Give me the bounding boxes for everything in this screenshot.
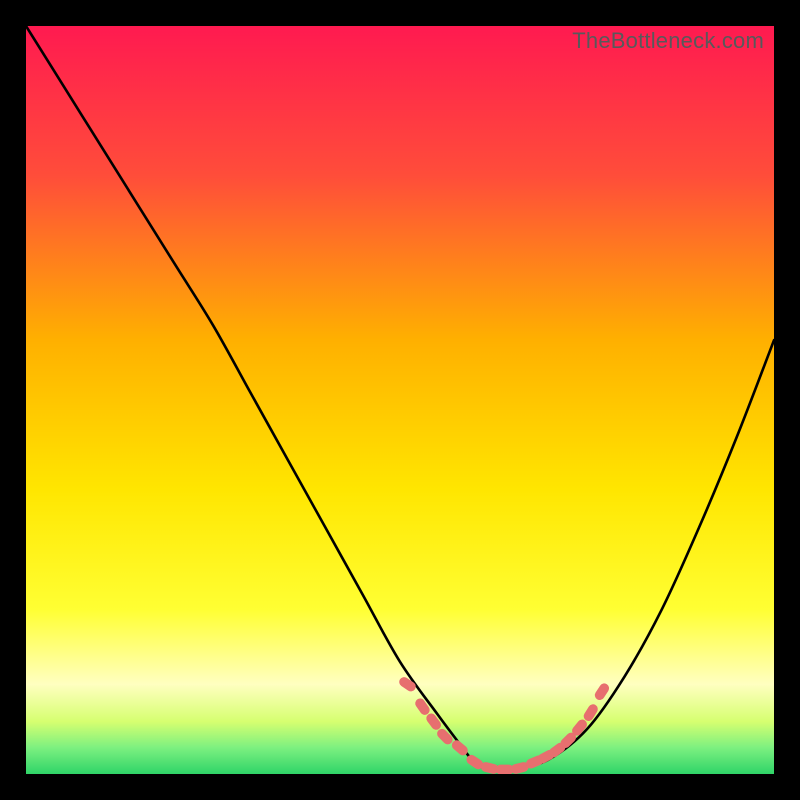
optimal-marker [424,712,443,732]
optimal-markers [397,675,611,774]
bottleneck-curve [26,26,774,771]
chart-stage: TheBottleneck.com [0,0,800,800]
optimal-marker [397,675,417,693]
watermark-text: TheBottleneck.com [572,28,764,54]
optimal-marker [435,727,455,747]
optimal-marker [582,702,600,722]
optimal-marker [593,682,611,702]
optimal-marker [413,697,431,717]
chart-svg [26,26,774,774]
plot-area: TheBottleneck.com [26,26,774,774]
